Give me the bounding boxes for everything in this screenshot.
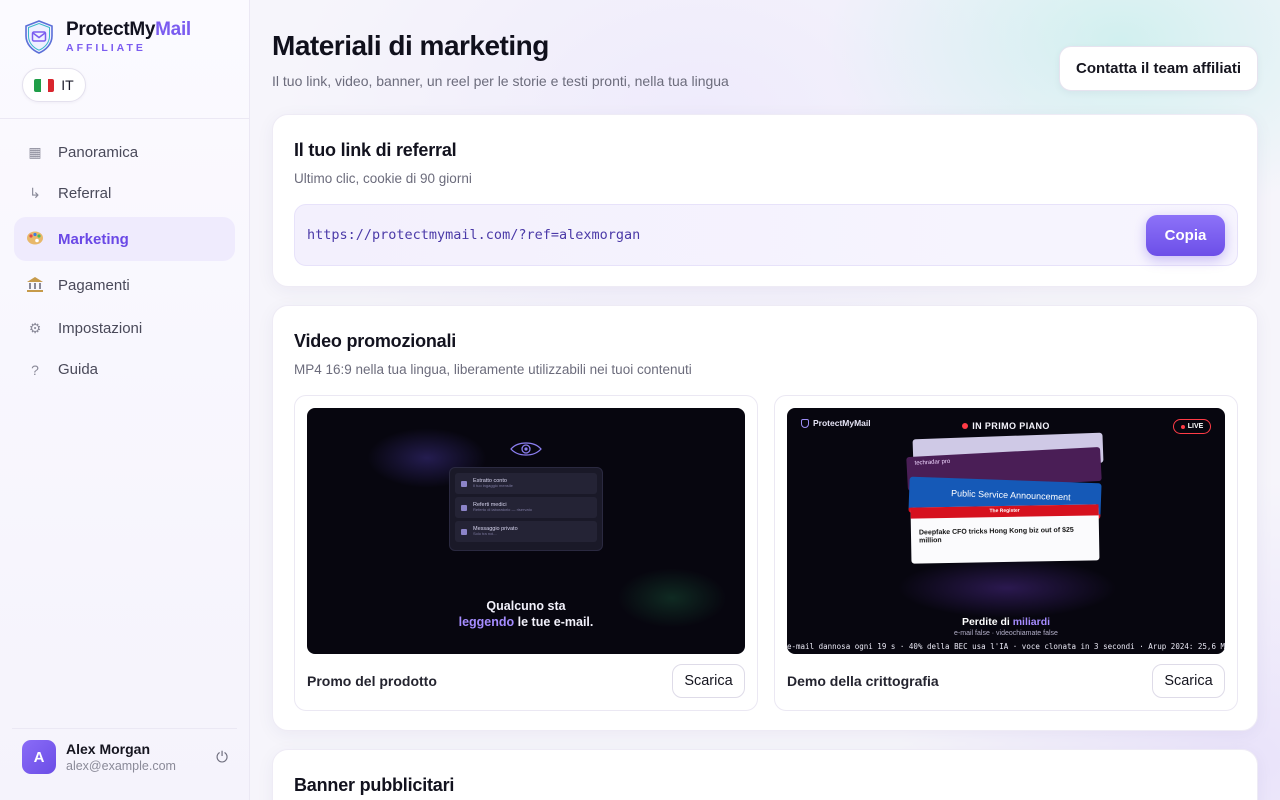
news-ticker: e-mail dannosa ogni 19 s · 40% della BEC… [787,642,1225,651]
italy-flag-icon [34,78,55,92]
user-profile: A Alex Morgan alex@example.com ⏻ [22,740,228,774]
videos-card: Video promozionali MP4 16:9 nella tua li… [272,305,1258,731]
sidebar-item-label: Marketing [58,230,129,248]
thumbnail-caption: Perdite di miliardi [961,616,1051,628]
referral-card: Il tuo link di referral Ultimo clic, coo… [272,114,1258,287]
thumbnail-mail-panel: Estratto conto Il tuo ingaggio mensile Re… [449,467,603,551]
banners-card: Banner pubblicitari [272,749,1258,800]
referral-subtitle: Ultimo clic, cookie di 90 giorni [294,171,472,186]
download-button[interactable]: Scarica [672,664,745,698]
brand-name: ProtectMyMail [66,19,191,41]
shield-mail-icon [25,20,53,54]
list-item: Messaggio privato Solo tra noi... [455,521,597,542]
power-icon[interactable]: ⏻ [216,749,228,766]
sidebar-item-impostazioni[interactable]: ⚙ Impostazioni [14,308,235,349]
bank-icon [26,276,44,296]
sidebar-item-referral[interactable]: ↳ Referral [14,173,235,214]
sidebar-item-panoramica[interactable]: ▦ Panoramica [14,132,235,173]
sidebar-item-label: Guida [58,361,99,378]
list-item: Referti medici Referto di laboratorio — r… [455,497,597,518]
video-label: Demo della crittografia [787,673,939,689]
thumbnail-caption: Qualcuno sta leggendo le tue e-mail. [458,599,594,630]
news-stack: techradar pro Public Service Announcemen… [905,432,1105,571]
sidebar: ProtectMyMail AFFILIATE IT ▦ Panoramica … [0,0,250,800]
video-thumbnail-demo[interactable]: ProtectMyMail IN PRIMO PIANO LIVE techra… [787,408,1225,654]
grid-icon: ▦ [28,144,42,160]
sidebar-item-label: Panoramica [58,144,139,161]
sidebar-divider [0,118,249,119]
user-name: Alex Morgan [66,741,151,757]
sidebar-item-marketing[interactable]: Marketing [14,217,235,261]
videos-title: Video promozionali [294,331,457,351]
list-item: Estratto conto Il tuo ingaggio mensile [455,473,597,494]
video-card-promo: Estratto conto Il tuo ingaggio mensile Re… [294,395,758,711]
avatar[interactable]: A [22,740,56,774]
sidebar-item-label: Pagamenti [58,277,130,294]
videos-subtitle: MP4 16:9 nella tua lingua, liberamente u… [294,362,692,377]
video-card-demo: ProtectMyMail IN PRIMO PIANO LIVE techra… [774,395,1238,711]
referral-url[interactable]: https://protectmymail.com/?ref=alexmorga… [307,227,640,243]
thumbnail-subcaption: e-mail false · videochiamate false [954,630,1058,637]
sidebar-item-label: Impostazioni [58,320,143,337]
video-label: Promo del prodotto [307,673,437,689]
copy-button[interactable]: Copia [1146,215,1225,256]
user-email: alex@example.com [66,759,176,773]
live-badge: LIVE [1173,419,1211,434]
sidebar-nav: ▦ Panoramica ↳ Referral Marketing Pagame… [14,132,235,390]
referral-title: Il tuo link di referral [294,140,457,160]
user-divider [12,728,237,729]
palette-icon [26,230,44,249]
gear-icon: ⚙ [28,320,42,336]
sidebar-item-guida[interactable]: ? Guida [14,349,235,390]
thumbnail-featured: IN PRIMO PIANO [787,421,1225,431]
arrow-return-icon: ↳ [29,185,41,201]
page-title: Materiali di marketing [272,30,549,61]
help-icon: ? [31,361,39,378]
eye-icon [510,442,542,456]
download-button[interactable]: Scarica [1152,664,1225,698]
page-subtitle: Il tuo link, video, banner, un reel per … [272,73,729,89]
language-switcher[interactable]: IT [22,68,86,102]
video-thumbnail-promo[interactable]: Estratto conto Il tuo ingaggio mensile Re… [307,408,745,654]
brand-logo[interactable]: ProtectMyMail AFFILIATE [24,20,191,54]
sidebar-item-label: Referral [58,185,112,202]
language-code: IT [61,77,74,93]
contact-team-button[interactable]: Contatta il team affiliati [1059,46,1258,91]
sidebar-item-pagamenti[interactable]: Pagamenti [14,265,235,306]
brand-subtitle: AFFILIATE [66,42,146,55]
referral-link-box: https://protectmymail.com/?ref=alexmorga… [294,204,1238,266]
banners-title: Banner pubblicitari [294,775,455,795]
